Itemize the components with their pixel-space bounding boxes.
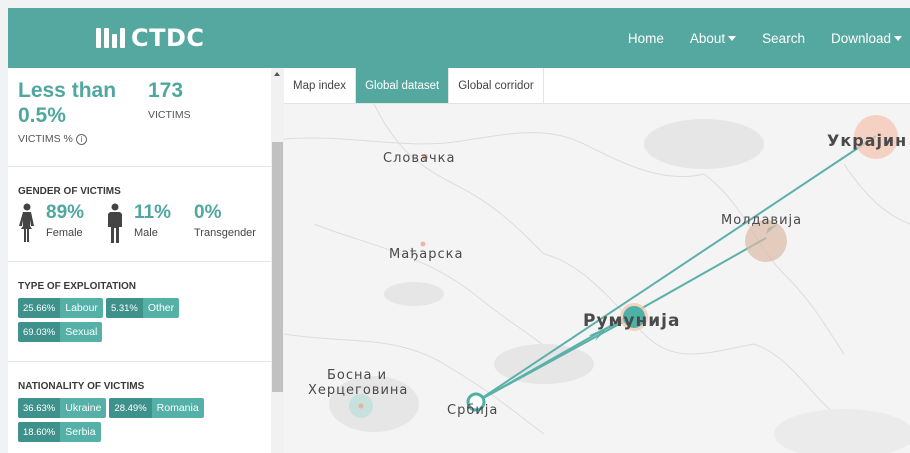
tag-label: Sexual: [60, 322, 103, 342]
tag-percent: 36.63%: [18, 398, 61, 418]
female-icon: [19, 203, 34, 242]
tab-map-index[interactable]: Map index: [284, 68, 357, 103]
tag-label: Serbia: [60, 422, 101, 442]
tag-label: Ukraine: [60, 398, 107, 418]
nationality-section: NATIONALITY OF VICTIMS 36.63% Ukraine 28.…: [8, 362, 271, 442]
dot-hungary: [420, 241, 426, 247]
info-icon[interactable]: i: [75, 133, 87, 145]
victims-percent-label: VICTIMS %: [18, 133, 73, 146]
exploitation-section: TYPE OF EXPLOITATION 25.66% Labour 5.31% O…: [8, 262, 271, 362]
label-serbia: Србија: [447, 403, 498, 418]
top-navbar: CTDC Home About Search Download: [8, 8, 910, 68]
male-icon: [108, 203, 122, 243]
map-canvas[interactable]: Словачка Украјин Молдавија Мађарска Руму…: [284, 104, 910, 453]
tag-other[interactable]: 5.31% Other: [105, 298, 180, 318]
caret-down-icon: [894, 35, 902, 41]
route-lines: [475, 135, 877, 403]
tag-romania[interactable]: 28.49% Romania: [109, 398, 204, 418]
exploitation-title: TYPE OF EXPLOITATION: [18, 281, 136, 292]
victims-count: 173: [148, 79, 184, 102]
tag-percent: 28.49%: [109, 398, 152, 418]
brand-name: CTDC: [131, 24, 205, 52]
gender-female: 89% Female: [18, 202, 106, 243]
tag-serbia[interactable]: 18.60% Serbia: [18, 422, 101, 442]
tag-label: Other: [142, 298, 180, 318]
tag-sexual[interactable]: 69.03% Sexual: [18, 322, 103, 342]
male-percent: 11%: [134, 202, 171, 223]
nav-download[interactable]: Download: [831, 31, 902, 46]
stats-sidebar: Less than 0.5% VICTIMS % i 173 VICTIMS G…: [8, 68, 271, 453]
nav-home[interactable]: Home: [628, 31, 664, 46]
nav-links: Home About Search Download: [628, 8, 902, 68]
map-view[interactable]: Словачка Украјин Молдавија Мађарска Руму…: [284, 104, 910, 453]
tag-label: Labour: [60, 298, 103, 318]
transgender-label: Transgender: [194, 226, 256, 239]
gender-section: GENDER OF VICTIMS 89% Female 11% Male 0%…: [8, 167, 271, 262]
label-ukraine: Украјин: [827, 131, 907, 150]
nav-about[interactable]: About: [689, 30, 737, 46]
victims-percent-line2: 0.5%: [18, 104, 66, 128]
summary-section: Less than 0.5% VICTIMS % i 173 VICTIMS: [8, 68, 271, 167]
nav-download-label: Download: [830, 30, 891, 46]
tag-percent: 25.66%: [18, 298, 61, 318]
gender-title: GENDER OF VICTIMS: [18, 186, 121, 197]
tab-global-corridor[interactable]: Global corridor: [449, 68, 544, 103]
label-slovakia: Словачка: [383, 151, 455, 166]
female-percent: 89%: [46, 202, 85, 223]
tag-ukraine[interactable]: 36.63% Ukraine: [18, 398, 107, 418]
victims-count-label: VICTIMS: [148, 109, 191, 122]
nationality-title: NATIONALITY OF VICTIMS: [18, 381, 145, 392]
label-bosnia-line2: Херцеговина: [308, 383, 408, 398]
transgender-percent: 0%: [194, 202, 222, 223]
nav-search[interactable]: Search: [762, 31, 805, 46]
brand-logo[interactable]: CTDC: [96, 22, 205, 54]
bubble-bosnia-center: [358, 403, 364, 409]
female-label: Female: [46, 226, 83, 239]
caret-down-icon: [728, 35, 737, 41]
victims-percent-line1: Less than: [18, 79, 117, 102]
ctdc-logo-icon: [96, 28, 125, 48]
gender-male: 11% Male: [106, 202, 194, 243]
page: CTDC Home About Search Download Less tha…: [0, 0, 910, 453]
tag-percent: 5.31%: [105, 298, 143, 318]
scrollbar-thumb[interactable]: [272, 142, 283, 392]
gender-transgender: 0% Transgender: [194, 202, 256, 239]
tag-percent: 69.03%: [18, 322, 61, 342]
label-moldova: Молдавија: [721, 213, 802, 228]
nav-search-label: Search: [762, 30, 805, 46]
tag-label: Romania: [151, 398, 204, 418]
tag-labour[interactable]: 25.66% Labour: [18, 298, 103, 318]
nav-home-label: Home: [627, 30, 664, 46]
label-bosnia-line1: Босна и: [327, 368, 387, 383]
scroll-up-arrow-icon[interactable]: [274, 72, 280, 76]
nav-about-label: About: [689, 30, 726, 46]
label-hungary: Мађарска: [389, 247, 464, 262]
map-tabs: Map index Global dataset Global corridor: [284, 68, 910, 104]
tab-global-dataset[interactable]: Global dataset: [356, 68, 450, 103]
tag-percent: 18.60%: [18, 422, 61, 442]
sidebar-scrollbar[interactable]: [271, 68, 284, 453]
male-label: Male: [134, 226, 158, 239]
label-romania: Румунија: [583, 311, 680, 331]
